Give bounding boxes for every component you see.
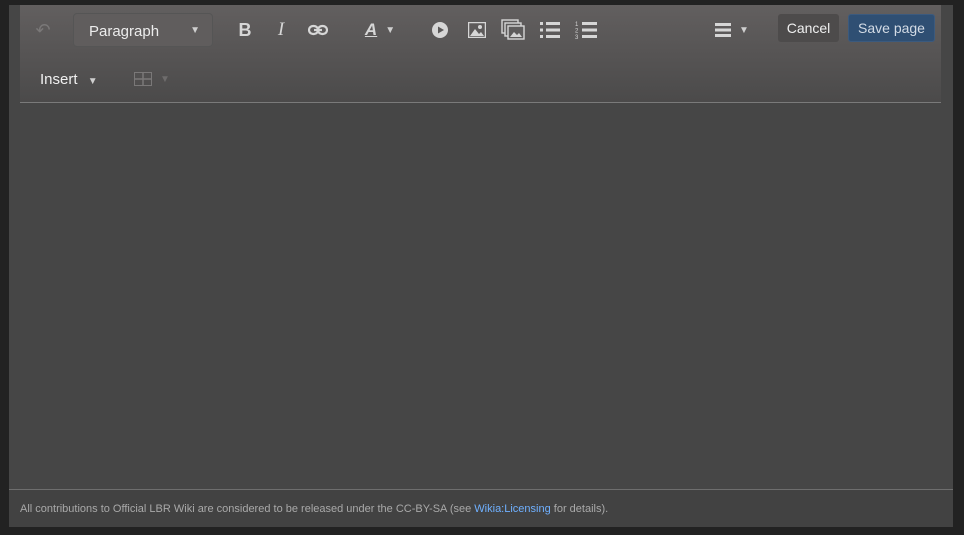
table-icon[interactable]: ▼ bbox=[132, 69, 172, 89]
chevron-down-icon: ▼ bbox=[87, 76, 98, 87]
link-icon[interactable] bbox=[306, 19, 330, 41]
image-icon[interactable] bbox=[466, 19, 488, 41]
insert-label: Insert bbox=[40, 71, 78, 88]
license-text-after: for details). bbox=[550, 503, 609, 515]
licensing-link[interactable]: Wikia:Licensing bbox=[474, 503, 550, 515]
svg-text:3: 3 bbox=[575, 35, 579, 40]
italic-icon[interactable]: I bbox=[270, 19, 292, 41]
cancel-button[interactable]: Cancel bbox=[778, 14, 839, 42]
undo-icon[interactable]: ↶ bbox=[32, 20, 54, 40]
license-text-before: All contributions to Official LBR Wiki a… bbox=[20, 503, 475, 515]
license-footer: All contributions to Official LBR Wiki a… bbox=[9, 489, 953, 527]
numbered-list-icon[interactable]: 123 bbox=[574, 19, 598, 41]
editor-content-area[interactable] bbox=[20, 103, 941, 488]
format-select-value: Paragraph bbox=[89, 23, 160, 40]
editor-toolbar: ↶ Paragraph ▼ B I A ▼ 123 ▼ Cancel Save … bbox=[20, 5, 941, 103]
license-text: All contributions to Official LBR Wiki a… bbox=[20, 503, 608, 515]
bullet-list-icon[interactable] bbox=[538, 19, 562, 41]
format-select[interactable]: Paragraph ▼ bbox=[73, 13, 213, 47]
editor-panel: ↶ Paragraph ▼ B I A ▼ 123 ▼ Cancel Save … bbox=[9, 5, 953, 527]
bold-icon[interactable]: B bbox=[234, 19, 256, 41]
save-page-button[interactable]: Save page bbox=[848, 14, 935, 42]
chevron-down-icon: ▼ bbox=[190, 25, 200, 36]
video-icon[interactable] bbox=[430, 20, 450, 40]
align-icon[interactable]: ▼ bbox=[714, 19, 750, 41]
insert-menu[interactable]: Insert ▼ bbox=[40, 71, 98, 88]
gallery-icon[interactable] bbox=[500, 17, 526, 43]
svg-text:2: 2 bbox=[575, 29, 579, 35]
svg-text:1: 1 bbox=[575, 22, 579, 28]
text-style-icon[interactable]: A ▼ bbox=[360, 19, 400, 41]
